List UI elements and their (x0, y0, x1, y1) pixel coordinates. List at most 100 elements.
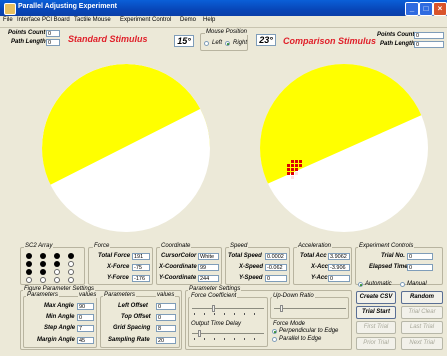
elapsed-time-label: Elapsed Time (369, 264, 408, 270)
up-down-ratio-slider[interactable] (274, 304, 346, 316)
trial-clear-button[interactable]: Trial Clear (401, 306, 443, 319)
speed-title: Speed (229, 243, 249, 249)
max-angle-label: Max Angle (44, 303, 74, 309)
window-title: Parallel Adjusting Experiment (18, 3, 117, 10)
close-button[interactable]: × (433, 2, 447, 16)
create-csv-button[interactable]: Create CSV (356, 291, 396, 304)
tick (194, 338, 195, 340)
up-down-ratio-label: Up-Down Ratio (272, 293, 315, 299)
prior-trial-button[interactable]: Prior Trial (356, 337, 396, 350)
min-angle-field[interactable]: 0 (77, 314, 94, 321)
max-angle-field[interactable]: 90 (77, 303, 94, 310)
sc2-pin (68, 261, 74, 267)
x-acc-field: -3.906 (328, 264, 350, 271)
menu-demo[interactable]: Demo (180, 17, 196, 23)
grid-spacing-field[interactable]: 8 (156, 325, 176, 332)
sc2-pin (54, 277, 60, 283)
output-time-delay-label: Output Time Delay (190, 321, 242, 327)
sc2-pin (68, 269, 74, 275)
sc2-pin (26, 269, 32, 275)
parameters-header-1: Parameters (26, 292, 60, 298)
automatic-radio[interactable] (358, 282, 363, 287)
sc2-pin (26, 261, 32, 267)
sc2-pin (54, 253, 60, 259)
tick (244, 313, 245, 315)
std-points-count-label: Points Count (8, 30, 46, 36)
cmp-points-count-field[interactable]: 0 (414, 32, 444, 39)
output-time-delay-track (192, 333, 264, 334)
menu-file[interactable]: File (3, 17, 13, 23)
margin-angle-field[interactable]: 45 (77, 337, 94, 344)
elapsed-time-field: 0 (407, 264, 433, 271)
last-trial-button[interactable]: Last Trial (401, 321, 443, 334)
maximize-button[interactable]: □ (419, 2, 433, 16)
standard-stimulus-disc[interactable] (40, 50, 210, 240)
tick (214, 338, 215, 340)
sampling-rate-field[interactable]: 20 (156, 337, 176, 344)
next-trial-button[interactable]: Next Trial (401, 337, 443, 350)
sc2-pin (26, 277, 32, 283)
random-button[interactable]: Random (401, 291, 443, 304)
std-points-count-field[interactable]: 0 (46, 30, 60, 37)
output-time-delay-slider[interactable] (192, 329, 264, 341)
min-angle-label: Min Angle (46, 314, 75, 320)
minimize-button[interactable]: _ (405, 2, 419, 16)
trial-no-field: 0 (407, 253, 433, 260)
cmp-points-count-label: Points Count (377, 32, 415, 38)
std-path-length-field[interactable]: 0 (46, 39, 60, 46)
step-angle-label: Step Angle (44, 325, 76, 331)
comparison-stimulus-heading: Comparison Stimulus (283, 36, 377, 46)
right-radio-label: Right (233, 40, 248, 46)
y-force-field: -176 (132, 275, 150, 282)
tick (204, 338, 205, 340)
cmp-path-length-field[interactable]: 0 (414, 41, 444, 48)
total-speed-field: 0.0002 (265, 253, 287, 260)
coordinate-title: Coordinate (160, 243, 192, 249)
tick (204, 313, 205, 315)
x-speed-field: -0.062 (265, 264, 287, 271)
up-down-ratio-thumb[interactable] (280, 305, 283, 312)
parameter-settings-title: Parameter Settings (188, 286, 242, 292)
sc2-pin (40, 261, 46, 267)
parallel-radio[interactable] (272, 337, 277, 342)
sc2-array-title: SC2 Array (24, 243, 54, 249)
y-acc-field: 0 (328, 275, 350, 282)
x-acc-label: X-Acc (311, 264, 329, 270)
output-time-delay-thumb[interactable] (198, 330, 201, 337)
perpendicular-radio[interactable] (272, 329, 277, 334)
comparison-stimulus-disc[interactable] (258, 50, 433, 240)
menu-help[interactable]: Help (203, 17, 215, 23)
left-radio[interactable] (204, 41, 209, 46)
left-offset-label: Left Offset (118, 303, 148, 309)
title-bar[interactable]: Parallel Adjusting Experiment _ □ × (0, 0, 447, 16)
tick (234, 338, 235, 340)
manual-radio[interactable] (400, 282, 405, 287)
menu-experiment-control[interactable]: Experiment Control (120, 17, 171, 23)
force-title: Force (93, 243, 111, 249)
right-radio[interactable] (225, 41, 230, 46)
x-coordinate-label: X-Coordinate (159, 264, 197, 270)
sc2-pin (54, 269, 60, 275)
total-acc-field: 3.9062 (328, 253, 350, 260)
tick (214, 313, 215, 315)
force-coefficient-slider[interactable] (192, 304, 264, 316)
tick (234, 313, 235, 315)
x-speed-label: X-Speed (239, 264, 264, 270)
left-offset-field[interactable]: 0 (156, 303, 176, 310)
perpendicular-radio-label: Perpendicular to Edge (279, 328, 339, 334)
app-icon (4, 3, 16, 15)
first-trial-button[interactable]: First Trial (356, 321, 396, 334)
margin-angle-label: Margin Angle (37, 337, 75, 343)
trial-start-button[interactable]: Trial Start (356, 306, 396, 319)
trial-no-label: Trial No. (381, 253, 405, 259)
force-coefficient-thumb[interactable] (212, 305, 215, 312)
step-angle-field[interactable]: 7 (77, 325, 94, 332)
top-offset-field[interactable]: 0 (156, 314, 176, 321)
sc2-pin (68, 277, 74, 283)
sc2-pin (26, 253, 32, 259)
up-down-ratio-track (274, 308, 346, 309)
parallel-radio-label: Parallel to Edge (279, 336, 322, 342)
menu-tactile-mouse[interactable]: Tactile Mouse (74, 17, 111, 23)
total-force-field: 191 (132, 253, 150, 260)
menu-interface-pci-board[interactable]: Interface PCI Board (17, 17, 70, 23)
